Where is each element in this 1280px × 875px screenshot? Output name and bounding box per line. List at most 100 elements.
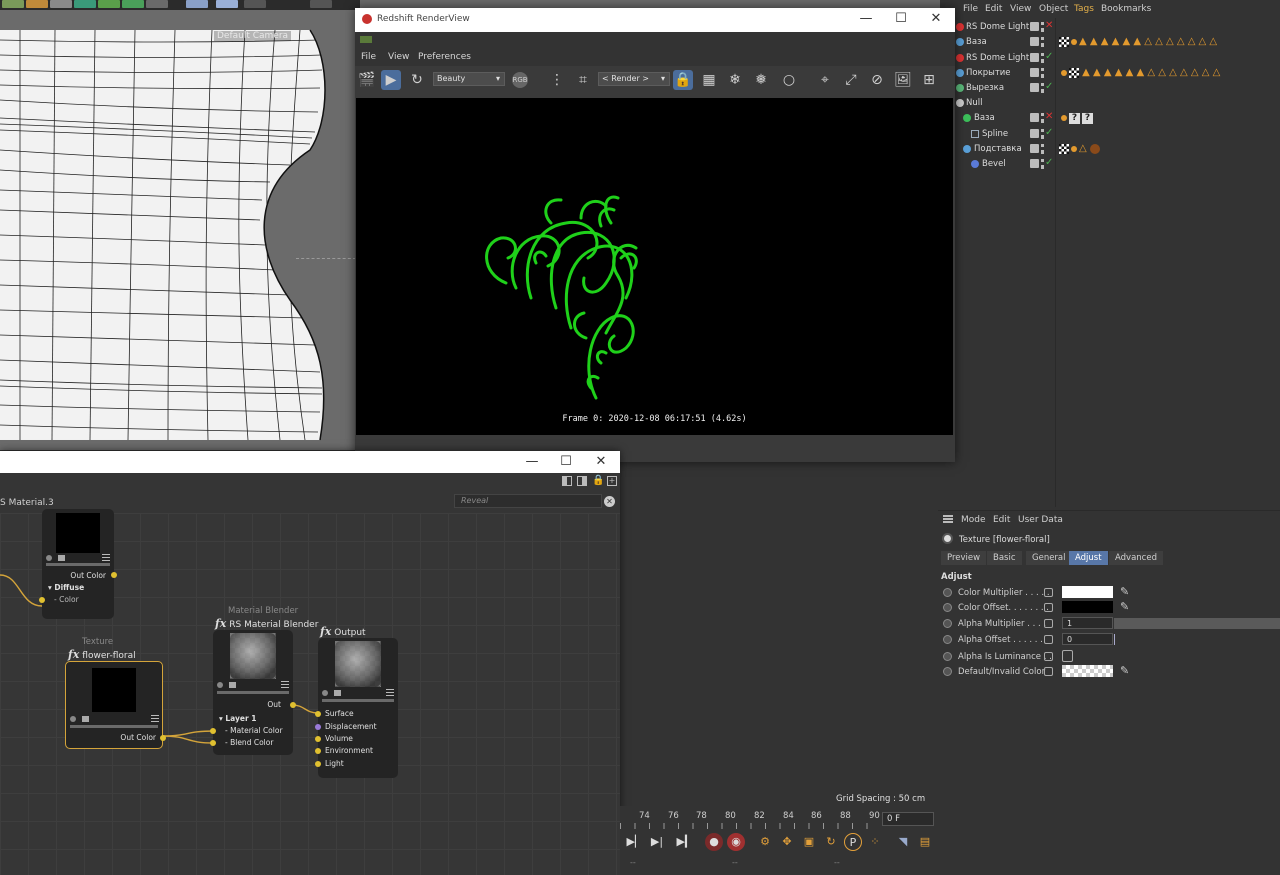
settings-icon[interactable] <box>70 716 76 722</box>
position-key-icon[interactable]: ✥ <box>778 833 796 851</box>
pin-icon[interactable]: + <box>607 476 617 486</box>
input-port[interactable] <box>315 748 321 754</box>
node-canvas[interactable]: Out Color ▾ Diffuse - Color Texture fx fl… <box>0 509 620 875</box>
object-row[interactable]: RS Dome Light ✓ <box>955 51 1280 66</box>
current-frame-field[interactable]: 0 F <box>882 812 934 826</box>
point-level-icon[interactable]: ⁘ <box>866 833 884 851</box>
layer-dots-icon[interactable] <box>1041 68 1044 78</box>
object-row[interactable]: Вырезка ✓ <box>955 81 1280 96</box>
expand-icon[interactable] <box>1044 652 1053 661</box>
input-port[interactable] <box>315 736 321 742</box>
settings-icon[interactable] <box>217 682 223 688</box>
color-swatch[interactable] <box>1062 601 1113 613</box>
reveal-search-input[interactable]: Reveal <box>454 494 602 508</box>
camera-label[interactable]: Default Camera <box>214 31 292 41</box>
settings-icon[interactable] <box>46 555 52 561</box>
object-row[interactable]: Bevel ✓ <box>955 157 1280 172</box>
timeline[interactable]: 74 76 78 80 82 84 86 88 90 0 F ▶▏ ▶| ▶▎ … <box>620 806 938 875</box>
rs-material-node[interactable]: Out Color ▾ Diffuse - Color <box>39 509 117 619</box>
aov-select[interactable]: Beauty ▾ <box>433 72 505 86</box>
minimize-icon[interactable]: — <box>858 11 874 26</box>
image-icon[interactable] <box>58 555 65 561</box>
expand-icon[interactable] <box>1044 635 1053 644</box>
disabled-icon[interactable]: ✕ <box>1045 20 1053 31</box>
render-select[interactable]: < Render > ▾ <box>598 72 670 86</box>
menu-file[interactable]: File <box>361 52 376 62</box>
eyedropper-icon[interactable]: ✎ <box>1120 585 1129 598</box>
material-tag-icon[interactable] <box>1071 146 1077 152</box>
bucket-grid-icon[interactable]: ▦ <box>699 70 719 90</box>
unknown-tag-icon[interactable]: ? <box>1069 113 1080 124</box>
value-slider[interactable] <box>1114 618 1280 629</box>
output-port[interactable] <box>160 735 166 741</box>
menu-file[interactable]: File <box>963 4 978 14</box>
output-port[interactable] <box>290 702 296 708</box>
texture-tag-icon[interactable] <box>1059 37 1069 47</box>
image-icon[interactable] <box>82 716 89 722</box>
scale-key-icon[interactable]: ▣ <box>800 833 818 851</box>
expand-icon[interactable] <box>1044 619 1053 628</box>
texture-tag-icon[interactable] <box>1069 68 1079 78</box>
animation-radio-icon[interactable] <box>943 652 952 661</box>
menu-object[interactable]: Object <box>1039 4 1068 14</box>
tab-general[interactable]: General <box>1026 551 1072 565</box>
material-blender-node[interactable]: Out ▾ Layer 1 - Material Color - Blend C… <box>210 630 296 755</box>
go-to-end-icon[interactable]: ▶▎ <box>676 833 694 851</box>
focus-icon[interactable]: ⌖ <box>815 70 835 90</box>
parameter-key-icon[interactable]: P <box>844 833 862 851</box>
autokey-icon[interactable]: ◉ <box>727 833 745 851</box>
layer-dots-icon[interactable] <box>1041 129 1044 139</box>
layer-dots-icon[interactable] <box>1041 159 1044 169</box>
layer-dots-icon[interactable] <box>1041 37 1044 47</box>
material-tag-icon[interactable] <box>1071 39 1077 45</box>
texture-tag-icon[interactable] <box>1059 144 1069 154</box>
object-row[interactable]: Ваза ✕ ?? <box>955 111 1280 126</box>
layer-dots-icon[interactable] <box>1041 113 1044 123</box>
close-icon[interactable]: ✕ <box>593 454 609 469</box>
animation-radio-icon[interactable] <box>943 619 952 628</box>
visibility-icon[interactable] <box>1030 129 1039 138</box>
clapper-icon[interactable]: 🎬 <box>357 70 377 90</box>
menu-icon[interactable] <box>151 715 159 722</box>
input-port[interactable] <box>39 597 45 603</box>
expand-icon[interactable] <box>1044 588 1053 597</box>
layer-dots-icon[interactable] <box>1041 22 1044 32</box>
value-slider[interactable] <box>1114 634 1115 645</box>
refresh-icon[interactable]: ↻ <box>407 70 427 90</box>
input-port[interactable] <box>315 724 321 730</box>
layout-right-icon[interactable] <box>577 476 587 486</box>
maximize-icon[interactable]: ☐ <box>558 454 574 469</box>
keyframe-selection-icon[interactable]: ⚙ <box>756 833 774 851</box>
input-port[interactable] <box>315 761 321 767</box>
lock-icon[interactable]: 🔒 <box>592 475 604 486</box>
add-snapshot-icon[interactable]: ⊞ <box>919 70 939 90</box>
menu-icon[interactable] <box>102 554 110 561</box>
object-row[interactable]: RS Dome Light ✕ <box>955 20 1280 35</box>
color-swatch[interactable] <box>1062 586 1113 598</box>
tab-basic[interactable]: Basic <box>987 551 1022 565</box>
minimize-icon[interactable]: — <box>524 454 540 469</box>
tab-preview[interactable]: Preview <box>941 551 987 565</box>
output-node[interactable]: Surface Displacement Volume Environment … <box>315 638 398 778</box>
tag-list[interactable]: ?? <box>1059 113 1095 124</box>
expand-icon[interactable] <box>1044 667 1053 676</box>
menu-mode[interactable]: Mode <box>961 515 986 525</box>
next-frame-icon[interactable]: ▶| <box>648 833 666 851</box>
record-icon[interactable]: ● <box>705 833 723 851</box>
enabled-check-icon[interactable]: ✓ <box>1045 127 1053 138</box>
disabled-icon[interactable]: ✕ <box>1045 111 1053 122</box>
visibility-icon[interactable] <box>1030 83 1039 92</box>
material-tag-icon[interactable] <box>1061 115 1067 121</box>
material-tag-icon[interactable] <box>1089 144 1100 154</box>
tag-list[interactable]: △ <box>1059 144 1100 155</box>
input-port[interactable] <box>210 740 216 746</box>
menu-edit[interactable]: Edit <box>993 515 1010 525</box>
animation-radio-icon[interactable] <box>943 588 952 597</box>
enabled-check-icon[interactable]: ✓ <box>1045 81 1053 92</box>
output-port[interactable] <box>111 572 117 578</box>
snapshot-icon[interactable]: 🖼 <box>893 70 913 90</box>
checker-swatch[interactable] <box>1062 665 1113 677</box>
visibility-icon[interactable] <box>1030 22 1039 31</box>
number-field[interactable]: 0 <box>1062 633 1113 645</box>
menu-tags[interactable]: Tags <box>1074 4 1094 14</box>
